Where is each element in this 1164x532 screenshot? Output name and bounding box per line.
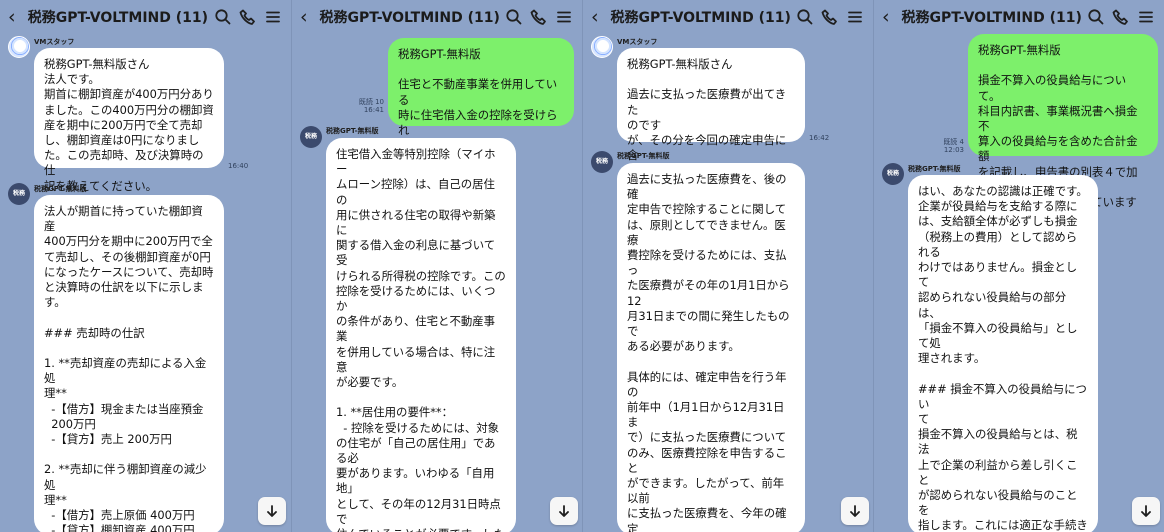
back-icon[interactable]: ‹ [300,6,316,28]
avatar[interactable]: 税務GPT [300,126,322,148]
call-icon[interactable] [1111,5,1132,29]
sender-name: VMスタッフ [617,38,658,46]
chat-title: 税務GPT-VOLTMIND (11) [610,10,791,26]
chat-panel-2: ‹ 税務GPT-VOLTMIND (11) 税務GPT-無料版 住宅と不動産事業… [291,0,582,532]
message-time: 16:41 [363,106,384,114]
message-list: 税務GPT-無料版 損金不算入の役員給与について。 科目内訳書、事業概況書へ損金… [874,34,1164,532]
menu-icon[interactable] [1135,5,1156,29]
avatar-text: 税務GPT [12,190,25,197]
message-list: 税務GPT-無料版 住宅と不動産事業を併用している 時に住宅借入金の控除を受けら… [292,34,582,532]
avatar-text: 税務GPT [595,158,608,165]
arrow-down-icon [850,505,860,517]
search-icon[interactable] [795,5,816,29]
menu-icon[interactable] [844,5,865,29]
message-bubble: 過去に支払った医療費を、後の確 定申告で控除することに関して は、原則としてでき… [617,163,805,532]
menu-icon[interactable] [553,5,574,29]
message-time: 16:40 [228,162,249,170]
sender-name: 税務GPT-無料版 [34,185,87,193]
message-time: 16:42 [809,134,830,142]
chat-header: ‹ 税務GPT-VOLTMIND (11) [874,0,1164,34]
chat-panel-4: ‹ 税務GPT-VOLTMIND (11) 税務GPT-無料版 損金不算入の役員… [873,0,1164,532]
avatar-text: 税務GPT [886,170,899,177]
scroll-down-button[interactable] [258,497,286,525]
chat-header: ‹ 税務GPT-VOLTMIND (11) [0,0,291,34]
chat-panel-1: ‹ 税務GPT-VOLTMIND (11) VMスタッフ 税務GPT-無料版さん… [0,0,291,532]
chat-title: 税務GPT-VOLTMIND (11) [319,10,500,26]
message-list: VMスタッフ 税務GPT-無料版さん 過去に支払った医療費が出てきた のです が… [583,34,873,532]
avatar[interactable]: 税務GPT [8,183,30,205]
message-bubble: 税務GPT-無料版 住宅と不動産事業を併用している 時に住宅借入金の控除を受けら… [388,38,574,152]
read-status: 既読 4 [943,138,964,146]
call-icon[interactable] [237,5,258,29]
chat-header: ‹ 税務GPT-VOLTMIND (11) [583,0,873,34]
chat-panel-3: ‹ 税務GPT-VOLTMIND (11) VMスタッフ 税務GPT-無料版さん… [582,0,873,532]
sender-name: 税務GPT-無料版 [617,152,670,160]
chat-title: 税務GPT-VOLTMIND (11) [27,10,209,26]
search-icon[interactable] [212,5,233,29]
sender-name: 税務GPT-無料版 [908,165,961,173]
menu-icon[interactable] [262,5,283,29]
message-bubble: はい、あなたの認識は正確です。 企業が役員給与を支給する際に は、支給額全体が必… [908,175,1098,532]
scroll-down-button[interactable] [550,497,578,525]
arrow-down-icon [267,505,277,517]
message-bubble: 税務GPT-無料版さん 過去に支払った医療費が出てきた のです が、その分を今回… [617,48,805,193]
call-icon[interactable] [820,5,841,29]
screen: ‹ 税務GPT-VOLTMIND (11) VMスタッフ 税務GPT-無料版さん… [0,0,1164,532]
call-icon[interactable] [529,5,550,29]
scroll-down-button[interactable] [1132,497,1160,525]
avatar[interactable]: 税務GPT [591,151,613,173]
search-icon[interactable] [1086,5,1107,29]
message-bubble: 税務GPT-無料版 損金不算入の役員給与について。 科目内訳書、事業概況書へ損金… [968,34,1158,224]
avatar-text: 税務GPT [304,133,317,140]
message-list: VMスタッフ 税務GPT-無料版さん 法人です。 期首に棚卸資産が400万円分あ… [0,34,291,532]
avatar[interactable] [8,36,30,58]
avatar[interactable]: 税務GPT [882,163,904,185]
avatar[interactable] [591,36,613,58]
sender-name: VMスタッフ [34,38,75,46]
arrow-down-icon [559,505,569,517]
chat-header: ‹ 税務GPT-VOLTMIND (11) [292,0,582,34]
back-icon[interactable]: ‹ [882,6,898,28]
back-icon[interactable]: ‹ [8,6,24,28]
message-time: 12:03 [943,146,964,154]
arrow-down-icon [1141,505,1151,517]
read-status: 既読 10 [358,98,384,106]
scroll-down-button[interactable] [841,497,869,525]
message-bubble: 法人が期首に持っていた棚卸資産 400万円分を期中に200万円で全 て売却し、そ… [34,195,224,532]
sender-name: 税務GPT-無料版 [326,127,379,135]
back-icon[interactable]: ‹ [591,6,607,28]
search-icon[interactable] [504,5,525,29]
message-bubble: 税務GPT-無料版さん 法人です。 期首に棚卸資産が400万円分あり ました。こ… [34,48,224,193]
chat-title: 税務GPT-VOLTMIND (11) [901,10,1082,26]
message-bubble: 住宅借入金等特別控除（マイホー ムローン控除）は、自己の居住の 用に供される住宅… [326,138,516,532]
